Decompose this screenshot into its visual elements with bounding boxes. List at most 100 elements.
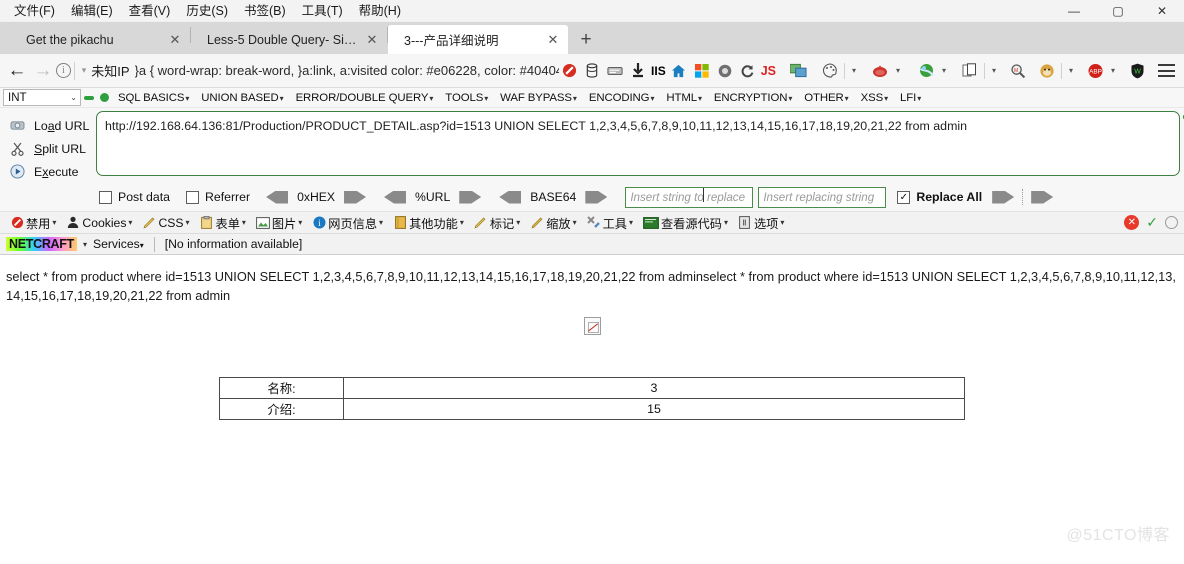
close-button[interactable]: ✕ [1140, 0, 1184, 22]
no-entry-icon[interactable] [559, 61, 579, 81]
hb-menu-lfi[interactable]: LFI▾ [894, 91, 927, 105]
chevron-down-icon[interactable]: ▾ [939, 66, 949, 75]
menu-file[interactable]: 文件(F) [6, 1, 63, 21]
referrer-option[interactable]: Referrer [185, 190, 250, 204]
replace-all-checkbox[interactable]: ✓ [897, 190, 911, 204]
menu-tools[interactable]: 工具(T) [294, 1, 351, 21]
encoder-base64[interactable]: BASE64 [499, 190, 608, 204]
toolbar-item-options[interactable]: Ⅱ 选项 ▾ [733, 214, 789, 232]
encoder-url[interactable]: %URL [384, 190, 482, 204]
sync-upload-icon[interactable] [870, 61, 890, 81]
replace-all-option[interactable]: ✓ Replace All [897, 190, 982, 204]
status-circle-icon[interactable] [1165, 216, 1178, 229]
toolbar-item-images[interactable]: 图片 ▾ [251, 214, 307, 232]
toolbar-item-cookies[interactable]: Cookies ▾ [61, 216, 137, 230]
hb-menu-sql-basics[interactable]: SQL BASICS▾ [112, 91, 195, 105]
execute-button[interactable]: Execute [4, 160, 96, 183]
referrer-checkbox[interactable] [185, 190, 199, 204]
chevron-down-icon[interactable]: ▾ [82, 65, 87, 76]
menu-edit[interactable]: 编辑(E) [63, 1, 121, 21]
chevron-down-icon[interactable]: ▾ [893, 66, 903, 75]
chevron-down-icon[interactable]: ▾ [83, 240, 87, 249]
menu-view[interactable]: 查看(V) [121, 1, 179, 21]
monkey-icon[interactable] [1037, 61, 1057, 81]
encoder-0xhex[interactable]: 0xHEX [266, 190, 367, 204]
hb-menu-tools[interactable]: TOOLS▾ [439, 91, 494, 105]
js-icon[interactable]: JS [761, 61, 776, 81]
toolbar-item-misc[interactable]: 其他功能 ▾ [388, 214, 469, 232]
minimize-button[interactable]: — [1052, 0, 1096, 22]
hb-menu-html[interactable]: HTML▾ [660, 91, 708, 105]
toolbar-item-css[interactable]: CSS ▾ [137, 216, 194, 230]
arrow-left-icon[interactable] [384, 190, 407, 204]
chevron-down-icon[interactable]: ▾ [989, 66, 999, 75]
new-tab-button[interactable]: + [572, 26, 600, 54]
adblock-icon[interactable]: ABP [1085, 61, 1105, 81]
ok-icon[interactable]: ✓ [1146, 214, 1158, 231]
palette-icon[interactable] [820, 61, 840, 81]
add-icon[interactable] [100, 93, 109, 102]
hb-menu-other[interactable]: OTHER▾ [798, 91, 854, 105]
close-icon[interactable]: ✕ [544, 31, 562, 49]
lens-icon[interactable] [715, 61, 735, 81]
arrow-left-icon[interactable] [266, 190, 289, 204]
replace-apply-all-icon[interactable] [1031, 190, 1054, 204]
chevron-down-icon[interactable]: ▾ [1066, 66, 1076, 75]
database-icon[interactable] [582, 61, 602, 81]
page-copy-icon[interactable] [960, 61, 980, 81]
menu-history[interactable]: 历史(S) [178, 1, 236, 21]
toolbar-item-disable[interactable]: 禁用 ▾ [5, 214, 61, 232]
replace-apply-icon[interactable] [992, 190, 1015, 204]
refresh-icon[interactable] [738, 61, 758, 81]
tab-less-5-double-query[interactable]: Less-5 Double Query- Singl... ✕ [191, 25, 387, 54]
browser-menu-icon[interactable] [1154, 60, 1178, 82]
forward-icon[interactable]: → [30, 58, 56, 84]
netcraft-services-menu[interactable]: Services▾ [93, 237, 144, 251]
toolbar-item-resize[interactable]: 缩放 ▾ [525, 214, 581, 232]
chevron-down-icon[interactable]: ▾ [849, 66, 859, 75]
split-url-button[interactable]: Split URL [4, 137, 96, 160]
hb-menu-xss[interactable]: XSS▾ [855, 91, 894, 105]
toolbar-item-outline[interactable]: 标记 ▾ [469, 214, 525, 232]
tab-get-the-pikachu[interactable]: Get the pikachu ✕ [10, 25, 190, 54]
chevron-down-icon[interactable]: ▾ [1108, 66, 1118, 75]
post-data-option[interactable]: Post data [99, 190, 170, 204]
hb-menu-encoding[interactable]: ENCODING▾ [583, 91, 661, 105]
arrow-right-icon[interactable] [344, 190, 367, 204]
toolbar-item-tools[interactable]: 工具 ▾ [582, 214, 638, 232]
home-icon[interactable] [669, 61, 689, 81]
load-url-button[interactable]: Load URL [4, 114, 96, 137]
hb-menu-encryption[interactable]: ENCRYPTION▾ [708, 91, 798, 105]
collapse-icon[interactable] [84, 95, 94, 100]
toolbar-item-forms[interactable]: 表单 ▾ [195, 214, 251, 232]
hb-menu-error-double-query[interactable]: ERROR/DOUBLE QUERY▾ [290, 91, 440, 105]
download-icon[interactable] [628, 61, 648, 81]
page-info-icon[interactable]: i [56, 63, 71, 78]
iis-label-icon[interactable]: IIS [651, 61, 666, 81]
maximize-button[interactable]: ▢ [1096, 0, 1140, 22]
arrow-right-icon[interactable] [459, 190, 482, 204]
back-icon[interactable]: ← [4, 58, 30, 84]
arrow-right-icon[interactable] [585, 190, 608, 204]
close-icon[interactable]: ✕ [363, 31, 381, 49]
globe-icon[interactable] [916, 61, 936, 81]
toolbar-item-page-info[interactable]: i 网页信息 ▾ [307, 214, 388, 232]
address-bar[interactable]: ▾ 未知IP }a { word-wrap: break-word, }a:li… [78, 58, 559, 84]
close-icon[interactable]: ✕ [166, 31, 184, 49]
replace-with-input[interactable]: Insert replacing string [758, 186, 887, 208]
url-input[interactable]: }a { word-wrap: break-word, }a:link, a:v… [135, 63, 560, 78]
proxy-switch-icon[interactable] [788, 61, 808, 81]
shield-icon[interactable]: W [1127, 61, 1147, 81]
url-textarea[interactable]: http://192.168.64.136:81/Production/PROD… [96, 111, 1180, 176]
menu-help[interactable]: 帮助(H) [351, 1, 409, 21]
arrow-left-icon[interactable] [499, 190, 522, 204]
windows-icon[interactable] [692, 61, 712, 81]
toolbar-item-view-source[interactable]: 查看源代码 ▾ [638, 214, 733, 232]
post-data-checkbox[interactable] [99, 190, 112, 204]
server-icon[interactable] [605, 61, 625, 81]
hb-menu-union-based[interactable]: UNION BASED▾ [195, 91, 289, 105]
replace-search-input[interactable]: Insert string to replace [625, 186, 754, 208]
error-badge[interactable]: ✕ [1124, 215, 1140, 230]
menu-bookmarks[interactable]: 书签(B) [236, 1, 294, 21]
hb-menu-waf-bypass[interactable]: WAF BYPASS▾ [494, 91, 583, 105]
